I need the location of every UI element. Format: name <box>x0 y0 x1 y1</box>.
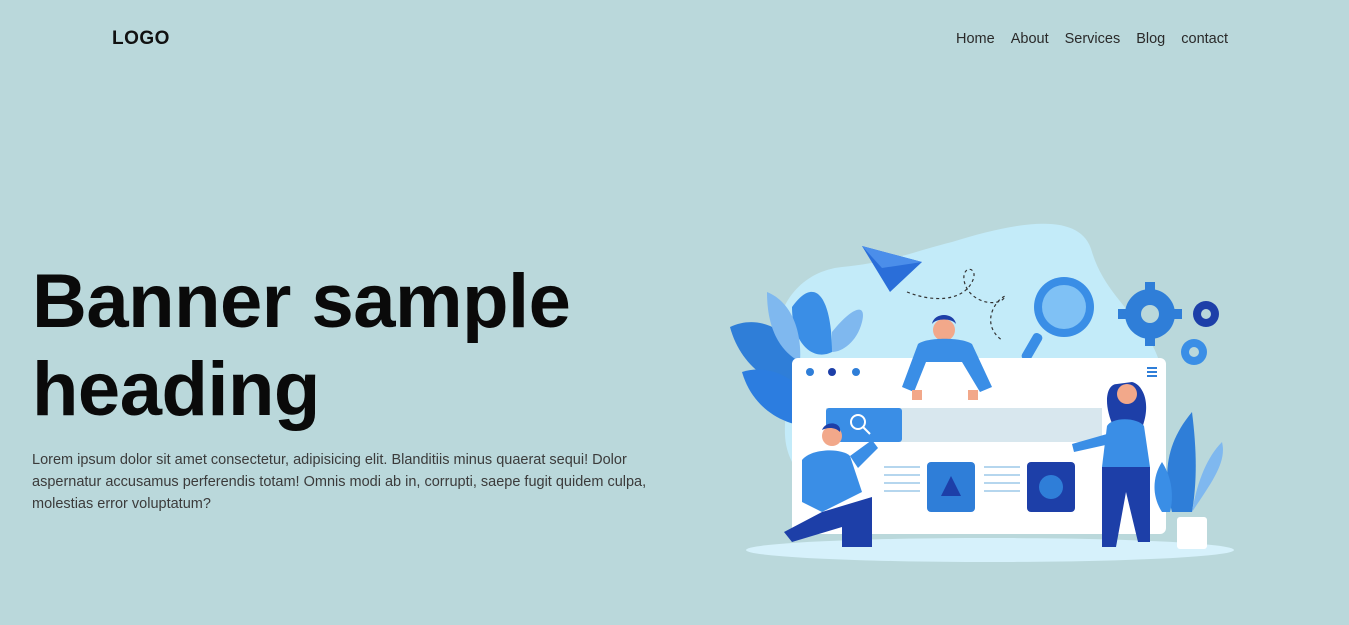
nav-services-link[interactable]: Services <box>1065 31 1121 47</box>
banner-description: Lorem ipsum dolor sit amet consectetur, … <box>32 452 647 512</box>
banner-heading-line2: heading <box>32 347 320 432</box>
banner-heading: Banner sample heading <box>32 258 692 434</box>
landing-page: LOGO Home About Services Blog contact Ba… <box>0 0 1349 625</box>
logo[interactable]: LOGO <box>112 28 170 50</box>
hamburger-icon <box>1147 367 1157 377</box>
banner-heading-line1: Banner sample <box>32 259 571 344</box>
nav-about-link[interactable]: About <box>1011 31 1049 47</box>
browser-dot <box>852 368 860 376</box>
triangle-icon <box>927 462 975 512</box>
nav-home-link[interactable]: Home <box>956 31 995 47</box>
banner-illustration <box>730 223 1234 562</box>
circle-icon <box>1027 462 1075 512</box>
ground-shadow <box>746 538 1234 562</box>
browser-dot <box>806 368 814 376</box>
nav-contact-link[interactable]: contact <box>1181 31 1228 47</box>
browser-dot <box>828 368 836 376</box>
main-nav: Home About Services Blog contact <box>956 31 1228 47</box>
nav-blog-link[interactable]: Blog <box>1136 31 1165 47</box>
